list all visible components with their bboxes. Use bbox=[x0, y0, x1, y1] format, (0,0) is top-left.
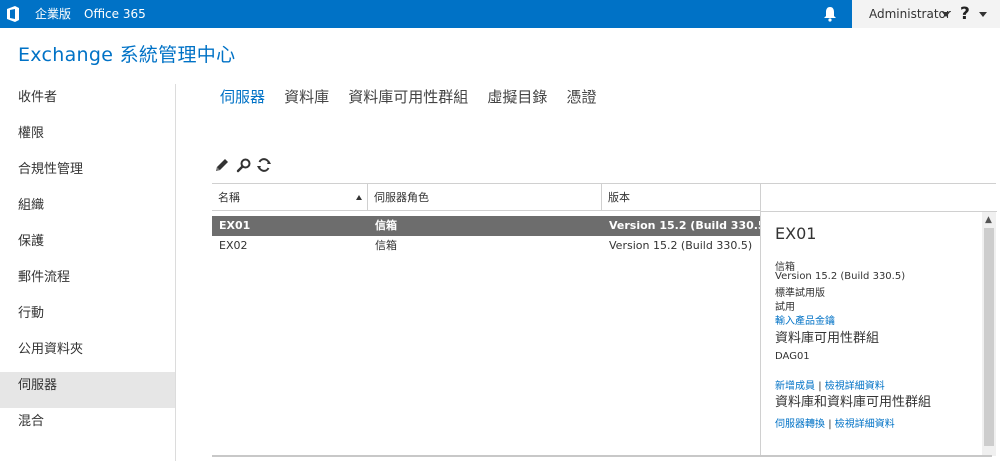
cell-version: Version 15.2 (Build 330.5) bbox=[609, 239, 753, 252]
column-header-version[interactable]: 版本 bbox=[602, 184, 760, 211]
cell-version: Version 15.2 (Build 330.5) bbox=[609, 219, 771, 232]
table-header: 名稱 伺服器角色 版本 bbox=[212, 183, 760, 211]
chevron-down-icon[interactable] bbox=[979, 12, 987, 17]
help-icon[interactable]: ? bbox=[960, 0, 970, 28]
tab-virtual-directories[interactable]: 虛擬目錄 bbox=[487, 86, 547, 107]
table-row[interactable]: EX01 信箱 Version 15.2 (Build 330.5) bbox=[212, 216, 771, 236]
details-pane: EX01 信箱 Version 15.2 (Build 330.5) 標準試用版… bbox=[760, 183, 997, 456]
nav-item-public-folders[interactable]: 公用資料夾 bbox=[0, 336, 175, 372]
notification-bell-icon[interactable] bbox=[822, 6, 838, 22]
server-switchover-link[interactable]: 伺服器轉換 bbox=[775, 419, 825, 430]
details-dag-heading: 資料庫可用性群組 bbox=[775, 331, 880, 346]
nav-item-servers[interactable]: 伺服器 bbox=[0, 372, 175, 408]
pencil-icon[interactable] bbox=[214, 157, 230, 173]
nav-item-compliance[interactable]: 合規性管理 bbox=[0, 156, 175, 192]
details-header bbox=[761, 184, 997, 212]
tab-dag[interactable]: 資料庫可用性群組 bbox=[348, 86, 468, 107]
nav-item-mobile[interactable]: 行動 bbox=[0, 300, 175, 336]
servers-table: 名稱 伺服器角色 版本 EX01 信箱 Version 15.2 (Build … bbox=[212, 183, 771, 455]
details-title: EX01 bbox=[775, 224, 817, 243]
details-version: Version 15.2 (Build 330.5) bbox=[775, 271, 906, 282]
office-logo-icon[interactable] bbox=[6, 6, 20, 22]
tab-bar: 伺服器 資料庫 資料庫可用性群組 虛擬目錄 憑證 bbox=[220, 86, 610, 110]
details-dag-name: DAG01 bbox=[775, 351, 810, 362]
left-nav: 收件者 權限 合規性管理 組織 保護 郵件流程 行動 公用資料夾 伺服器 混合 bbox=[0, 84, 175, 444]
edition-link[interactable]: 企業版 bbox=[35, 0, 71, 28]
search-icon[interactable] bbox=[236, 157, 252, 173]
tab-servers[interactable]: 伺服器 bbox=[220, 86, 265, 107]
view-details-link[interactable]: 檢視詳細資料 bbox=[835, 419, 895, 430]
table-row[interactable]: EX02 信箱 Version 15.2 (Build 330.5) bbox=[212, 236, 760, 256]
refresh-icon[interactable] bbox=[256, 157, 272, 173]
dag-links: 新增成員 | 檢視詳細資料 bbox=[775, 377, 885, 392]
column-header-name[interactable]: 名稱 bbox=[212, 184, 366, 211]
chevron-down-icon[interactable] bbox=[942, 12, 950, 17]
nav-item-permissions[interactable]: 權限 bbox=[0, 120, 175, 156]
details-scrollbar[interactable]: ▲ bbox=[982, 212, 996, 456]
scrollbar-thumb[interactable] bbox=[984, 228, 994, 446]
enter-product-key-link[interactable]: 輸入產品金鑰 bbox=[775, 312, 835, 327]
nav-item-hybrid[interactable]: 混合 bbox=[0, 408, 175, 444]
scroll-up-icon[interactable]: ▲ bbox=[985, 215, 992, 225]
nav-item-recipients[interactable]: 收件者 bbox=[0, 84, 175, 120]
app-title: Exchange 系統管理中心 bbox=[18, 44, 236, 66]
details-license: 試用 bbox=[775, 302, 795, 313]
nav-divider bbox=[175, 84, 176, 461]
link-separator: | bbox=[828, 419, 832, 430]
nav-item-organization[interactable]: 組織 bbox=[0, 192, 175, 228]
grid-bottom-border bbox=[212, 455, 992, 457]
sort-ascending-icon[interactable] bbox=[356, 195, 362, 200]
tab-certificates[interactable]: 憑證 bbox=[566, 86, 596, 107]
details-edition: 標準試用版 bbox=[775, 288, 825, 299]
nav-item-mail-flow[interactable]: 郵件流程 bbox=[0, 264, 175, 300]
tab-databases[interactable]: 資料庫 bbox=[284, 86, 329, 107]
office365-link[interactable]: Office 365 bbox=[84, 0, 146, 28]
db-links: 伺服器轉換 | 檢視詳細資料 bbox=[775, 415, 895, 430]
user-name[interactable]: Administrator bbox=[869, 0, 951, 28]
cell-name: EX02 bbox=[219, 239, 248, 252]
user-menu[interactable]: Administrator ? bbox=[852, 0, 1000, 28]
details-db-heading: 資料庫和資料庫可用性群組 bbox=[775, 395, 932, 410]
cell-name: EX01 bbox=[219, 219, 251, 232]
top-bar: 企業版 Office 365 Administrator ? bbox=[0, 0, 1000, 28]
column-header-role[interactable]: 伺服器角色 bbox=[368, 184, 600, 211]
nav-item-protection[interactable]: 保護 bbox=[0, 228, 175, 264]
cell-role: 信箱 bbox=[375, 239, 397, 252]
cell-role: 信箱 bbox=[375, 219, 397, 232]
